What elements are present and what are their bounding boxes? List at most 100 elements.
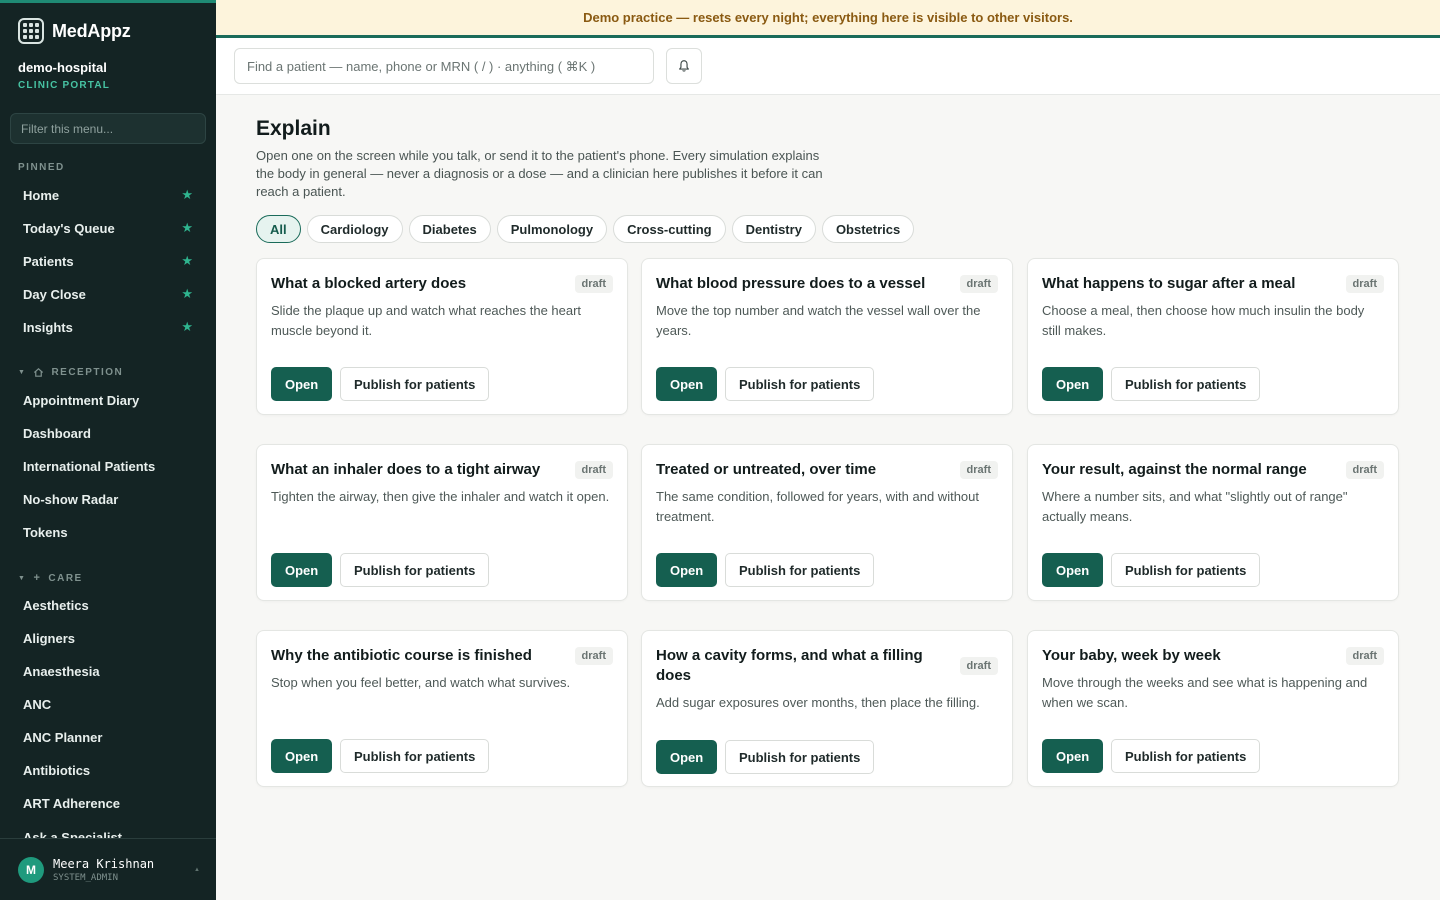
- open-button[interactable]: Open: [656, 367, 718, 401]
- simulation-card: Your baby, week by week draft Move throu…: [1027, 630, 1399, 787]
- topbar: [216, 38, 1440, 95]
- sidebar-item-ask-a-specialist[interactable]: Ask a Specialist: [10, 822, 206, 839]
- status-badge: draft: [574, 461, 613, 479]
- sidebar-item-anaesthesia[interactable]: Anaesthesia: [10, 656, 206, 686]
- publish-button[interactable]: Publish for patients: [725, 740, 875, 774]
- org-name: demo-hospital: [18, 60, 107, 75]
- org-subtitle: CLINIC PORTAL: [18, 80, 111, 91]
- filter-chip-cardiology[interactable]: Cardiology: [306, 215, 403, 243]
- sidebar-accent-line: [0, 0, 216, 3]
- card-description: Move through the weeks and see what is h…: [1042, 675, 1368, 710]
- card-description: Stop when you feel better, and watch wha…: [271, 675, 571, 690]
- publish-button[interactable]: Publish for patients: [725, 367, 875, 401]
- open-button[interactable]: Open: [656, 553, 718, 587]
- section-reception[interactable]: ▼ RECEPTION: [18, 367, 123, 378]
- card-title: What a blocked artery does: [271, 275, 467, 292]
- sidebar-item-art-adherence[interactable]: ART Adherence: [10, 788, 206, 818]
- card-description: Add sugar exposures over months, then pl…: [656, 695, 980, 710]
- menu-filter-input[interactable]: [10, 113, 206, 144]
- filter-chip-obstetrics[interactable]: Obstetrics: [821, 215, 915, 243]
- status-badge: draft: [959, 461, 998, 479]
- card-description: Move the top number and watch the vessel…: [656, 303, 981, 338]
- publish-button[interactable]: Publish for patients: [1111, 553, 1261, 587]
- card-title: What blood pressure does to a vessel: [656, 275, 926, 292]
- page-title: Explain: [256, 117, 331, 140]
- sidebar-item-aligners[interactable]: Aligners: [10, 623, 206, 653]
- simulation-card: What an inhaler does to a tight airway d…: [256, 444, 628, 601]
- publish-button[interactable]: Publish for patients: [1111, 739, 1261, 773]
- publish-button[interactable]: Publish for patients: [1111, 367, 1261, 401]
- user-role: SYSTEM_ADMIN: [53, 872, 119, 883]
- brand[interactable]: MedAppz: [18, 18, 131, 44]
- sidebar-item-todays-queue[interactable]: Today's Queue ★: [10, 213, 206, 243]
- brand-name: MedAppz: [52, 20, 131, 41]
- notifications-button[interactable]: [666, 48, 702, 84]
- open-button[interactable]: Open: [271, 739, 333, 773]
- card-title: Your result, against the normal range: [1042, 461, 1307, 478]
- section-pinned: PINNED: [18, 162, 65, 173]
- sidebar-item-no-show-radar[interactable]: No-show Radar: [10, 484, 206, 514]
- sidebar-item-tokens[interactable]: Tokens: [10, 517, 206, 547]
- sidebar-item-aesthetics[interactable]: Aesthetics: [10, 590, 206, 620]
- filter-chip-dentistry[interactable]: Dentistry: [731, 215, 816, 243]
- filter-chip-all[interactable]: All: [256, 215, 301, 243]
- publish-button[interactable]: Publish for patients: [725, 553, 875, 587]
- star-icon[interactable]: ★: [181, 187, 193, 203]
- sidebar-item-anc[interactable]: ANC: [10, 689, 206, 719]
- status-badge: draft: [959, 657, 998, 675]
- publish-button[interactable]: Publish for patients: [340, 367, 490, 401]
- card-title: Treated or untreated, over time: [656, 461, 877, 478]
- publish-button[interactable]: Publish for patients: [340, 739, 490, 773]
- caret-down-icon: ▼: [18, 574, 27, 582]
- category-filters: All Cardiology Diabetes Pulmonology Cros…: [256, 215, 915, 243]
- open-button[interactable]: Open: [1042, 739, 1104, 773]
- patient-search-input[interactable]: [234, 48, 654, 84]
- open-button[interactable]: Open: [271, 553, 333, 587]
- simulation-card: Your result, against the normal range dr…: [1027, 444, 1399, 601]
- card-description: The same condition, followed for years, …: [656, 489, 980, 524]
- card-description: Tighten the airway, then give the inhale…: [271, 489, 610, 504]
- card-description: Choose a meal, then choose how much insu…: [1042, 303, 1365, 338]
- simulation-card: What a blocked artery does draft Slide t…: [256, 258, 628, 415]
- status-badge: draft: [1345, 461, 1384, 479]
- section-care[interactable]: ▼ + CARE: [18, 572, 83, 584]
- open-button[interactable]: Open: [656, 740, 718, 774]
- card-title: How a cavity forms, and what a filling d…: [656, 647, 923, 684]
- status-badge: draft: [574, 275, 613, 293]
- bell-icon: [679, 60, 689, 72]
- card-description: Slide the plaque up and watch what reach…: [271, 303, 582, 338]
- card-title: Your baby, week by week: [1042, 647, 1221, 664]
- caret-down-icon: ▼: [18, 369, 27, 376]
- sidebar-item-antibiotics[interactable]: Antibiotics: [10, 755, 206, 785]
- open-button[interactable]: Open: [1042, 367, 1104, 401]
- star-icon[interactable]: ★: [181, 286, 193, 302]
- user-menu[interactable]: M Meera Krishnan SYSTEM_ADMIN ▲: [0, 838, 216, 900]
- filter-chip-cross-cutting[interactable]: Cross-cutting: [613, 215, 726, 243]
- sidebar-item-day-close[interactable]: Day Close ★: [10, 279, 206, 309]
- filter-chip-pulmonology[interactable]: Pulmonology: [496, 215, 608, 243]
- plus-icon: +: [33, 572, 42, 584]
- publish-button[interactable]: Publish for patients: [340, 553, 490, 587]
- card-description: Where a number sits, and what "slightly …: [1042, 489, 1348, 524]
- sidebar-item-anc-planner[interactable]: ANC Planner: [10, 722, 206, 752]
- star-icon[interactable]: ★: [181, 253, 193, 269]
- simulation-card: How a cavity forms, and what a filling d…: [641, 630, 1013, 787]
- status-badge: draft: [959, 275, 998, 293]
- sidebar-item-dashboard[interactable]: Dashboard: [10, 418, 206, 448]
- sidebar-item-home[interactable]: Home ★: [10, 180, 206, 210]
- sidebar-item-international-patients[interactable]: International Patients: [10, 451, 206, 481]
- status-badge: draft: [574, 647, 613, 665]
- simulation-card: What happens to sugar after a meal draft…: [1027, 258, 1399, 415]
- star-icon[interactable]: ★: [181, 220, 193, 236]
- sidebar-scroll-clip: Ask a Specialist: [0, 820, 216, 839]
- star-icon[interactable]: ★: [181, 319, 193, 335]
- card-title: What an inhaler does to a tight airway: [271, 461, 541, 478]
- sidebar-item-patients[interactable]: Patients ★: [10, 246, 206, 276]
- sidebar-item-appointment-diary[interactable]: Appointment Diary: [10, 385, 206, 415]
- avatar: M: [18, 856, 44, 883]
- sidebar-item-insights[interactable]: Insights ★: [10, 312, 206, 342]
- card-title: Why the antibiotic course is finished: [271, 647, 532, 664]
- filter-chip-diabetes[interactable]: Diabetes: [408, 215, 491, 243]
- open-button[interactable]: Open: [271, 367, 333, 401]
- open-button[interactable]: Open: [1042, 553, 1104, 587]
